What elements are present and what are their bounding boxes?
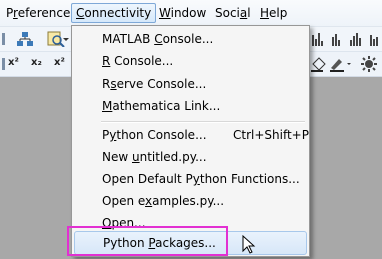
menu-window[interactable]: Window: [155, 4, 210, 22]
menu-preferences[interactable]: Preferences: [2, 4, 81, 22]
menu-label-part: elp: [269, 6, 288, 20]
grip-icon: [2, 33, 5, 45]
menu-item-label: Open Default Python Functions...: [102, 172, 300, 186]
menu-item-open-examples-py[interactable]: Open examples.py...: [73, 190, 308, 212]
menu-item-new-untitled-py[interactable]: New untitled.py...: [73, 146, 308, 168]
menu-label-part: l: [247, 6, 251, 20]
menu-item-label: New untitled.py...: [102, 150, 207, 164]
highlight-annotation-box: [67, 226, 228, 256]
superscript-button[interactable]: x²: [8, 57, 19, 68]
subscript-button[interactable]: x₂: [31, 57, 42, 68]
menu-label-part: eferences: [17, 6, 77, 20]
menu-label-accel: H: [260, 6, 270, 20]
menu-item-mathematica-link[interactable]: Mathematica Link...: [73, 95, 308, 117]
hierarchy-icon[interactable]: [16, 31, 34, 47]
menu-label-part: indow: [170, 6, 207, 20]
menu-item-label: R Console...: [102, 54, 174, 68]
menu-item-r-console[interactable]: R Console...: [73, 50, 308, 72]
menu-item-shortcut: Ctrl+Shift+P: [233, 128, 309, 142]
chart-types-icon[interactable]: [311, 31, 381, 47]
line-color-icon[interactable]: [329, 56, 353, 72]
menu-label-part: onnectivity: [84, 6, 152, 20]
menu-label-part: Soci: [215, 6, 240, 20]
menu-item-label: Open examples.py...: [102, 194, 225, 208]
menu-bar: Preferences Connectivity Window Social H…: [0, 0, 382, 27]
menu-item-python-console[interactable]: Python Console... Ctrl+Shift+P: [73, 124, 309, 146]
menu-item-label: Python Console...: [102, 128, 207, 142]
menu-item-matlab-console[interactable]: MATLAB Console...: [73, 28, 308, 50]
connectivity-dropdown-menu: MATLAB Console... R Console... Rserve Co…: [71, 25, 310, 257]
menu-item-open-default-python-functions[interactable]: Open Default Python Functions...: [73, 168, 308, 190]
fill-color-icon[interactable]: [310, 56, 328, 72]
menu-label-part: P: [6, 6, 14, 20]
menu-item-label: MATLAB Console...: [102, 32, 214, 46]
settings-icon[interactable]: [360, 55, 378, 73]
menu-connectivity[interactable]: Connectivity: [71, 3, 157, 23]
mouse-cursor-icon: [242, 235, 256, 254]
menu-item-label: Rserve Console...: [102, 77, 207, 91]
menu-help[interactable]: Help: [256, 4, 291, 22]
menu-item-label: Mathematica Link...: [102, 99, 221, 113]
menu-item-rserve-console[interactable]: Rserve Console...: [73, 73, 308, 95]
dropdown-arrow-icon[interactable]: [62, 33, 70, 45]
menu-social[interactable]: Social: [211, 4, 255, 22]
menu-label-accel: W: [159, 6, 171, 20]
menu-separator: [101, 121, 305, 123]
superscript2-button[interactable]: x²: [54, 57, 65, 68]
